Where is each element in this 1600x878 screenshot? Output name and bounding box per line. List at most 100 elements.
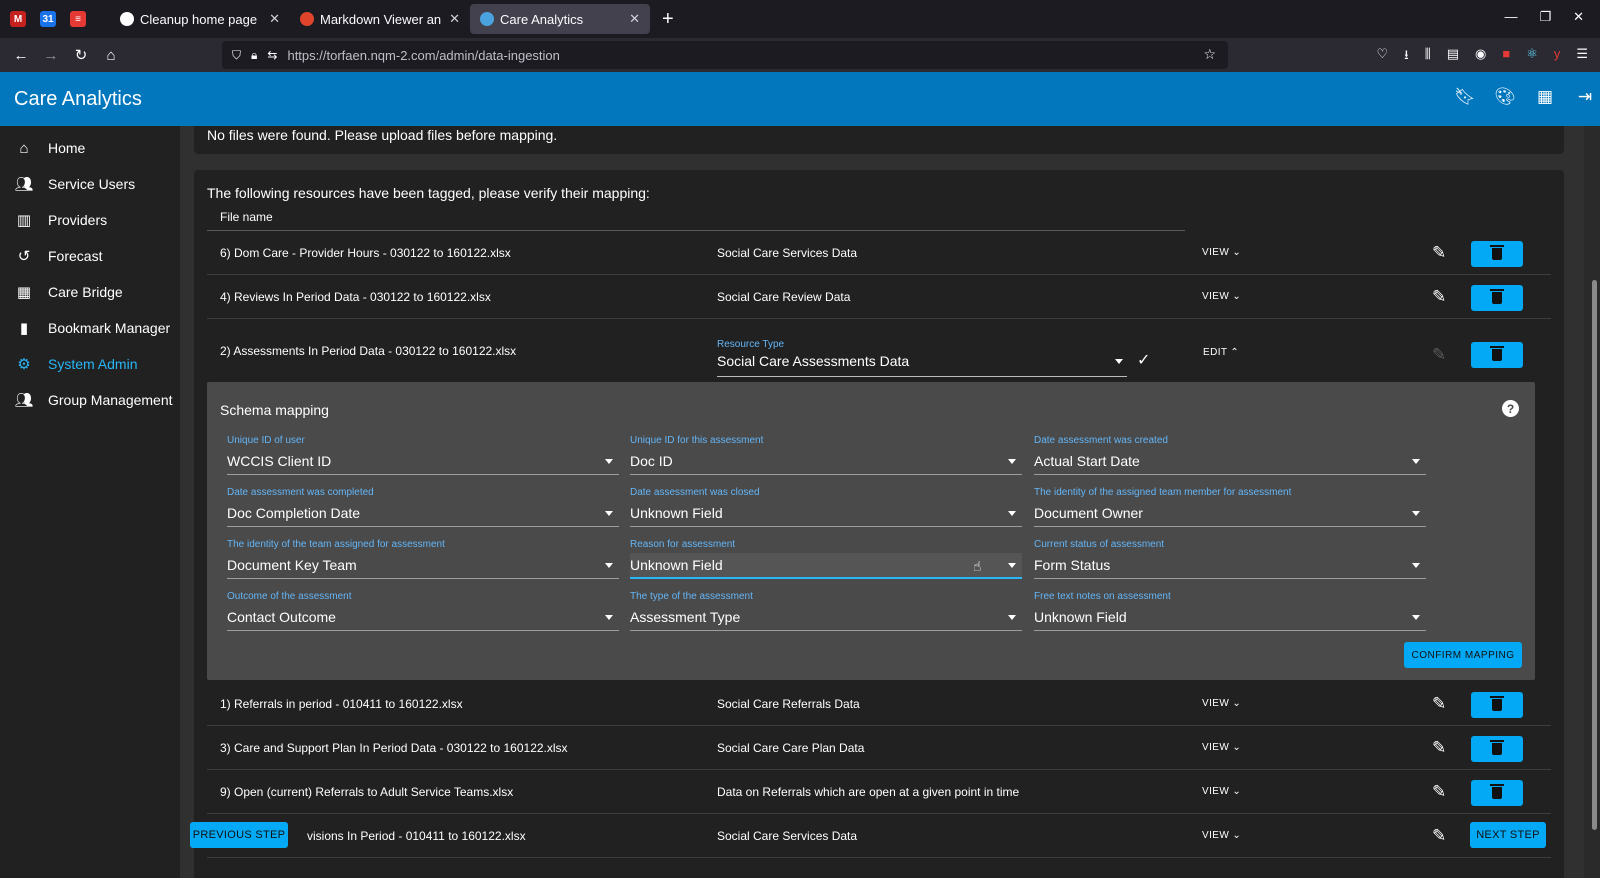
- view-button[interactable]: VIEW ⌄: [1202, 698, 1241, 709]
- browser-tab-1[interactable]: Markdown Viewer and Ed ✕: [290, 4, 470, 34]
- view-button[interactable]: VIEW ⌄: [1202, 247, 1241, 258]
- browser-tab-2[interactable]: Care Analytics ✕: [470, 4, 650, 34]
- sidebar-item-forecast[interactable]: ↺ Forecast: [0, 238, 180, 274]
- next-step-button[interactable]: NEXT STEP: [1470, 822, 1546, 848]
- mapping-field-status[interactable]: Current status of assessment Form Status: [1034, 539, 1426, 579]
- shield-icon[interactable]: ⛉: [232, 48, 241, 63]
- extension-badge-icon[interactable]: ■: [1502, 46, 1510, 68]
- bookmark-star-icon[interactable]: ☆: [1203, 46, 1216, 63]
- pencil-icon[interactable]: ✎: [1432, 243, 1446, 263]
- mapping-field-date-closed[interactable]: Date assessment was closed Unknown Field: [630, 487, 1022, 527]
- pocket-icon[interactable]: ♡: [1376, 46, 1388, 68]
- view-button[interactable]: VIEW ⌄: [1202, 830, 1241, 841]
- delete-button[interactable]: [1471, 692, 1523, 718]
- gmail-pinned-tab-icon[interactable]: M: [10, 11, 26, 27]
- field-select[interactable]: Unknown Field: [630, 553, 1022, 579]
- field-select[interactable]: Document Owner: [1034, 501, 1426, 527]
- todoist-pinned-tab-icon[interactable]: ≡: [70, 11, 86, 27]
- calendar-pinned-tab-icon[interactable]: 31: [40, 11, 56, 27]
- mapping-field-user-id[interactable]: Unique ID of user WCCIS Client ID: [227, 435, 619, 475]
- view-button[interactable]: VIEW ⌄: [1202, 786, 1241, 797]
- field-label: Date assessment was closed: [630, 487, 760, 498]
- sidebar-item-label: Service Users: [48, 176, 136, 192]
- lock-icon[interactable]: 🔒︎: [251, 48, 257, 63]
- view-button[interactable]: VIEW ⌄: [1202, 291, 1241, 302]
- close-tab-icon[interactable]: ✕: [269, 11, 280, 27]
- sidebar-item-service-users[interactable]: 👥︎ Service Users: [0, 166, 180, 202]
- field-select[interactable]: Form Status: [1034, 553, 1426, 579]
- dashboard-icon[interactable]: ▦: [1536, 87, 1554, 106]
- pencil-icon[interactable]: ✎: [1432, 287, 1446, 307]
- field-select[interactable]: Doc ID: [630, 449, 1022, 475]
- close-window-icon[interactable]: ✕: [1573, 9, 1584, 25]
- restore-icon[interactable]: ❐: [1539, 9, 1551, 25]
- library-icon[interactable]: ⫼: [1425, 46, 1431, 68]
- pencil-icon[interactable]: ✎: [1432, 738, 1446, 758]
- chevron-down-icon: ⌄: [1232, 742, 1242, 753]
- sidebar-item-home[interactable]: ⌂ Home: [0, 130, 180, 166]
- app-title[interactable]: Care Analytics: [0, 88, 142, 111]
- confirm-mapping-button[interactable]: CONFIRM MAPPING: [1404, 642, 1522, 668]
- field-select[interactable]: WCCIS Client ID: [227, 449, 619, 475]
- reload-icon[interactable]: ↻: [66, 46, 96, 64]
- minimize-icon[interactable]: —: [1504, 9, 1517, 25]
- new-tab-button[interactable]: +: [662, 8, 674, 31]
- close-tab-icon[interactable]: ✕: [449, 11, 460, 27]
- field-select[interactable]: Doc Completion Date: [227, 501, 619, 527]
- pencil-icon[interactable]: ✎: [1432, 782, 1446, 802]
- delete-button[interactable]: [1471, 780, 1523, 806]
- url-text[interactable]: https://torfaen.nqm-2.com/admin/data-ing…: [287, 48, 559, 63]
- url-bar[interactable]: ⛉ 🔒︎ ⇆ https://torfaen.nqm-2.com/admin/d…: [222, 41, 1228, 69]
- mapping-field-team-member[interactable]: The identity of the assigned team member…: [1034, 487, 1426, 527]
- pencil-icon[interactable]: ✎: [1432, 826, 1446, 846]
- yandex-icon[interactable]: y: [1554, 46, 1561, 68]
- browser-tab-0[interactable]: Cleanup home page by a ✕: [110, 4, 290, 34]
- help-icon[interactable]: ?: [1502, 400, 1519, 417]
- previous-step-button[interactable]: PREVIOUS STEP: [190, 822, 288, 848]
- sidebar-item-providers[interactable]: ▥ Providers: [0, 202, 180, 238]
- bookmark-icon[interactable]: 🔖︎: [1454, 87, 1476, 106]
- back-arrow-icon[interactable]: ←: [6, 47, 36, 64]
- forward-arrow-icon[interactable]: →: [36, 47, 66, 64]
- sidebar-item-bookmark-manager[interactable]: ▮ Bookmark Manager: [0, 310, 180, 346]
- delete-button[interactable]: [1471, 241, 1523, 267]
- close-tab-icon[interactable]: ✕: [629, 11, 640, 27]
- scrollbar-thumb[interactable]: [1592, 280, 1597, 830]
- download-icon[interactable]: ⭳: [1404, 46, 1409, 68]
- react-devtools-icon[interactable]: ⚛: [1526, 46, 1538, 68]
- mapping-field-reason[interactable]: Reason for assessment Unknown Field: [630, 539, 1022, 579]
- menu-icon[interactable]: ☰: [1576, 46, 1588, 68]
- check-icon[interactable]: ✓: [1137, 350, 1150, 370]
- mapping-field-notes[interactable]: Free text notes on assessment Unknown Fi…: [1034, 591, 1426, 631]
- pencil-icon[interactable]: ✎: [1432, 694, 1446, 714]
- field-select[interactable]: Document Key Team: [227, 553, 619, 579]
- group-add-icon: 👥︎: [14, 392, 34, 409]
- home-browser-icon[interactable]: ⌂: [96, 47, 126, 64]
- sidebar-item-system-admin[interactable]: ⚙ System Admin: [0, 346, 180, 382]
- delete-button[interactable]: [1471, 736, 1523, 762]
- sidebar-item-label: Home: [48, 140, 86, 156]
- delete-button[interactable]: [1471, 285, 1523, 311]
- view-button[interactable]: VIEW ⌄: [1202, 742, 1241, 753]
- delete-button[interactable]: [1471, 342, 1523, 368]
- field-select[interactable]: Assessment Type: [630, 605, 1022, 631]
- edit-button[interactable]: EDIT ⌃: [1203, 347, 1239, 358]
- mapping-field-team[interactable]: The identity of the team assigned for as…: [227, 539, 619, 579]
- mapping-field-assessment-id[interactable]: Unique ID for this assessment Doc ID: [630, 435, 1022, 475]
- field-select[interactable]: Actual Start Date: [1034, 449, 1426, 475]
- permissions-icon[interactable]: ⇆: [267, 48, 277, 62]
- mapping-field-outcome[interactable]: Outcome of the assessment Contact Outcom…: [227, 591, 619, 631]
- mapping-field-type[interactable]: The type of the assessment Assessment Ty…: [630, 591, 1022, 631]
- field-select[interactable]: Unknown Field: [1034, 605, 1426, 631]
- field-select[interactable]: Unknown Field: [630, 501, 1022, 527]
- sidebar-item-group-management[interactable]: 👥︎ Group Management: [0, 382, 180, 418]
- palette-icon[interactable]: 🎨︎: [1494, 87, 1516, 106]
- sidebar-item-care-bridge[interactable]: ▦ Care Bridge: [0, 274, 180, 310]
- logout-icon[interactable]: ⇥: [1576, 87, 1594, 106]
- account-icon[interactable]: ◉: [1475, 46, 1486, 68]
- field-select[interactable]: Contact Outcome: [227, 605, 619, 631]
- sidebar-toggle-icon[interactable]: ▤: [1447, 46, 1459, 68]
- resource-type-select[interactable]: Social Care Assessments Data: [717, 353, 1127, 377]
- mapping-field-date-completed[interactable]: Date assessment was completed Doc Comple…: [227, 487, 619, 527]
- mapping-field-date-created[interactable]: Date assessment was created Actual Start…: [1034, 435, 1426, 475]
